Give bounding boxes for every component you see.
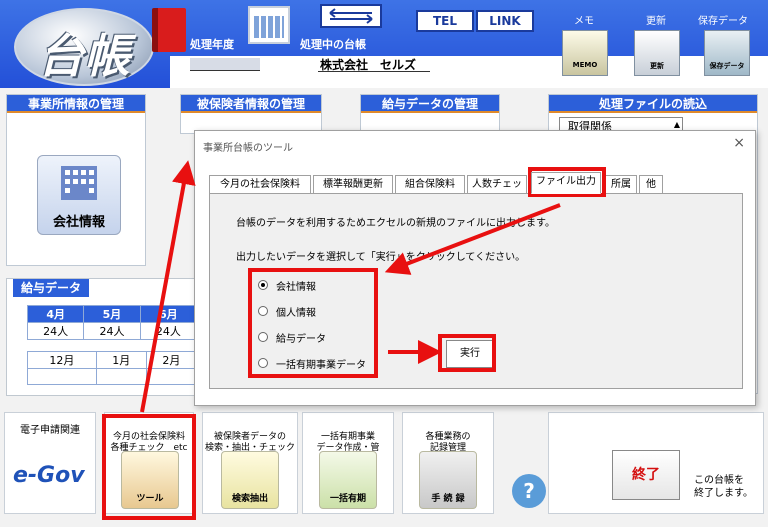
arrow-to-options — [384, 203, 561, 275]
annotation-arrows — [140, 160, 561, 413]
tab-file-output[interactable]: ファイル出力 — [531, 172, 601, 194]
arrow-to-dialog — [140, 160, 196, 413]
